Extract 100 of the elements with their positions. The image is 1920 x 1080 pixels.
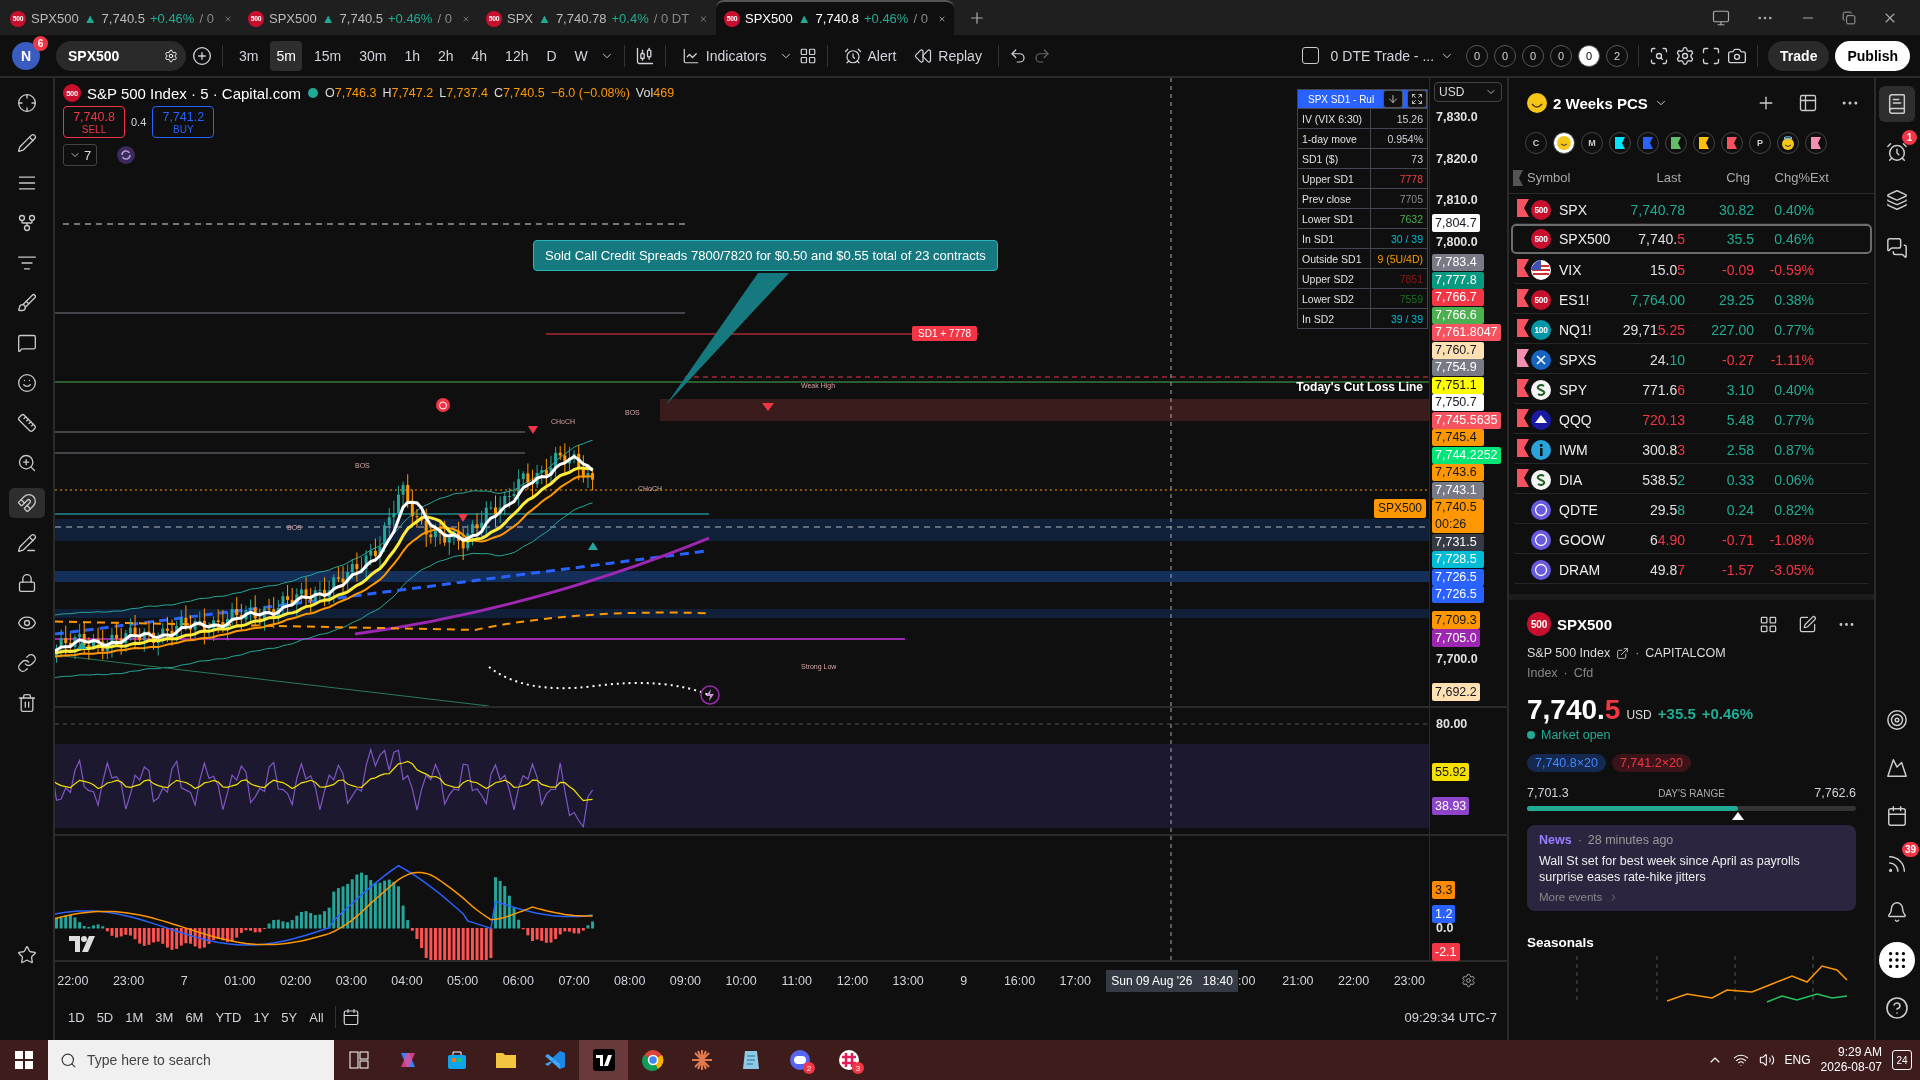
bell-icon[interactable] bbox=[1886, 901, 1908, 923]
fullscreen-icon[interactable] bbox=[1701, 45, 1722, 66]
taskbar-search-field[interactable]: Type here to search bbox=[48, 1040, 334, 1080]
magnet-tool[interactable] bbox=[8, 488, 45, 518]
trade-button[interactable]: Trade bbox=[1768, 40, 1830, 71]
alert-button[interactable]: Alert bbox=[837, 40, 903, 71]
counter-button[interactable]: 0 bbox=[1578, 44, 1601, 67]
watchlist-row[interactable]: 100 NQ1! 29,715.25 227.00 0.77% bbox=[1511, 314, 1872, 344]
trade-panel-dropdown[interactable]: 0 DTE Trade - ... bbox=[1324, 40, 1461, 71]
expand-button[interactable] bbox=[1407, 90, 1427, 108]
refresh-icon[interactable] bbox=[117, 146, 136, 164]
interval-button[interactable]: 3m bbox=[233, 40, 265, 71]
symbol-search-field[interactable]: SPX500 bbox=[56, 40, 186, 71]
calendar-icon[interactable] bbox=[341, 1008, 360, 1026]
column-header[interactable]: Ext bbox=[1810, 170, 1874, 185]
interval-button[interactable]: W bbox=[568, 40, 594, 71]
taskbar-clock[interactable]: 9:29 AM 2026-08-07 bbox=[1820, 1045, 1882, 1075]
watchlist-row[interactable]: IWM 300.83 2.58 0.87% bbox=[1511, 434, 1872, 464]
flag-icon[interactable] bbox=[1517, 439, 1529, 457]
fork-icon[interactable] bbox=[16, 213, 37, 233]
collapse-button[interactable]: 7 bbox=[63, 144, 98, 166]
mountain-icon[interactable] bbox=[1886, 757, 1908, 779]
flag-icon[interactable] bbox=[1517, 259, 1529, 277]
interval-button[interactable]: 12h bbox=[499, 40, 535, 71]
watchlist-row[interactable]: 500 SPX500 7,740.5 35.5 0.46% bbox=[1511, 224, 1872, 254]
code-editor-icon[interactable] bbox=[543, 1049, 566, 1071]
lightning-icon[interactable] bbox=[700, 685, 720, 705]
news-card[interactable]: News · 28 minutes ago Wall St set for best week since April as payrolls surprise eases rate-hike jitters More events bbox=[1527, 825, 1856, 911]
alarm-clock-icon[interactable] bbox=[843, 46, 862, 65]
grid-dots-icon[interactable] bbox=[1886, 949, 1908, 971]
feed-icon[interactable] bbox=[1886, 853, 1908, 875]
publish-button[interactable]: Publish bbox=[1835, 40, 1910, 71]
flag-icon[interactable] bbox=[1517, 379, 1529, 397]
interval-button[interactable]: 5m bbox=[270, 40, 302, 71]
watchlist-row[interactable]: DIA 538.52 0.33 0.06% bbox=[1511, 464, 1872, 494]
currency-select[interactable]: USD bbox=[1434, 82, 1502, 102]
interval-button[interactable]: D bbox=[540, 40, 563, 71]
layers-icon[interactable] bbox=[1886, 189, 1908, 211]
pencil-icon[interactable] bbox=[16, 133, 37, 153]
task-view-icon[interactable] bbox=[348, 1051, 369, 1069]
hash-app-icon[interactable] bbox=[837, 1049, 860, 1071]
range-button[interactable]: All bbox=[304, 1006, 329, 1028]
layout-grid-icon[interactable] bbox=[798, 46, 817, 65]
buy-button[interactable]: 7,741.2 BUY bbox=[152, 106, 215, 138]
watchlist-row[interactable]: QQQ 720.13 5.48 0.77% bbox=[1511, 404, 1872, 434]
sell-button[interactable]: 7,740.8 SELL bbox=[63, 106, 125, 138]
download-button[interactable] bbox=[1383, 90, 1403, 108]
range-button[interactable]: 1D bbox=[63, 1006, 90, 1028]
arrow-down-icon[interactable] bbox=[1387, 93, 1399, 105]
external-link-icon[interactable] bbox=[1616, 646, 1630, 660]
apps-button[interactable] bbox=[1879, 942, 1915, 978]
interval-button[interactable]: 4h bbox=[465, 40, 494, 71]
flag-icon[interactable] bbox=[1517, 409, 1529, 427]
layout-grid-icon[interactable] bbox=[1759, 614, 1778, 634]
range-button[interactable]: YTD bbox=[210, 1006, 247, 1028]
flag-icon[interactable] bbox=[1517, 349, 1529, 367]
more-events-link[interactable]: More events bbox=[1539, 891, 1603, 903]
watchlist-title[interactable]: 2 Weeks PCS bbox=[1553, 94, 1648, 112]
interval-button[interactable]: 1h bbox=[398, 40, 426, 71]
chat-icon[interactable] bbox=[1886, 237, 1908, 259]
column-header[interactable]: Chg% bbox=[1750, 170, 1810, 185]
smiley-icon[interactable] bbox=[16, 373, 37, 393]
annotation-callout[interactable]: Sold Call Credit Spreads 7800/7820 for $0.50 and $0.55 total of 23 contracts bbox=[533, 240, 998, 271]
range-button[interactable]: 1Y bbox=[248, 1006, 275, 1028]
table-icon[interactable] bbox=[1798, 93, 1818, 113]
notifications-button[interactable]: 24 bbox=[1892, 1050, 1912, 1070]
chart-title[interactable]: S&P 500 Index · 5 · Capital.com bbox=[87, 84, 301, 102]
column-header[interactable]: Last bbox=[1611, 170, 1681, 185]
flag-icon[interactable] bbox=[1517, 199, 1529, 217]
interval-button[interactable]: 2h bbox=[431, 40, 460, 71]
alarm-clock-icon[interactable] bbox=[436, 398, 450, 412]
candlestick-icon[interactable] bbox=[634, 45, 655, 66]
asterisk-app-icon[interactable] bbox=[690, 1049, 713, 1071]
rewind-icon[interactable] bbox=[914, 46, 933, 65]
watchlist-button[interactable] bbox=[1879, 86, 1915, 122]
settings-icon[interactable] bbox=[1675, 45, 1696, 66]
alarm-clock-icon[interactable] bbox=[1886, 141, 1908, 163]
brush-icon[interactable] bbox=[16, 293, 37, 313]
range-button[interactable]: 6M bbox=[180, 1006, 209, 1028]
search-icon[interactable] bbox=[60, 1051, 77, 1069]
trash-icon[interactable] bbox=[16, 693, 37, 713]
watchlist-row[interactable]: SPXS 24.10 -0.27 -1.11% bbox=[1511, 344, 1872, 374]
browser-icon[interactable] bbox=[641, 1049, 664, 1071]
watchlist-row[interactable]: SPY 771.66 3.10 0.40% bbox=[1511, 374, 1872, 404]
checkbox[interactable] bbox=[1301, 47, 1319, 64]
instrument-name[interactable]: S&P 500 Index bbox=[1527, 646, 1611, 660]
interval-button[interactable]: 15m bbox=[307, 40, 348, 71]
watchlist-row[interactable]: DRAM 49.87 -1.57 -3.05% bbox=[1511, 554, 1872, 584]
interval-button[interactable]: 30m bbox=[353, 40, 393, 71]
target-icon[interactable] bbox=[1886, 709, 1908, 731]
link-icon[interactable] bbox=[16, 653, 37, 673]
network-icon[interactable] bbox=[1732, 1052, 1749, 1068]
edit-icon[interactable] bbox=[1798, 614, 1817, 634]
crosshair-icon[interactable] bbox=[16, 93, 37, 113]
watchlist-row[interactable]: 500 ES1! 7,764.00 29.25 0.38% bbox=[1511, 284, 1872, 314]
redo-icon[interactable] bbox=[1032, 46, 1051, 65]
range-button[interactable]: 5D bbox=[91, 1006, 119, 1028]
expand-icon[interactable] bbox=[1411, 93, 1423, 105]
zoom-in-icon[interactable] bbox=[16, 453, 37, 473]
watchlist-row[interactable]: QDTE 29.58 0.24 0.82% bbox=[1511, 494, 1872, 524]
